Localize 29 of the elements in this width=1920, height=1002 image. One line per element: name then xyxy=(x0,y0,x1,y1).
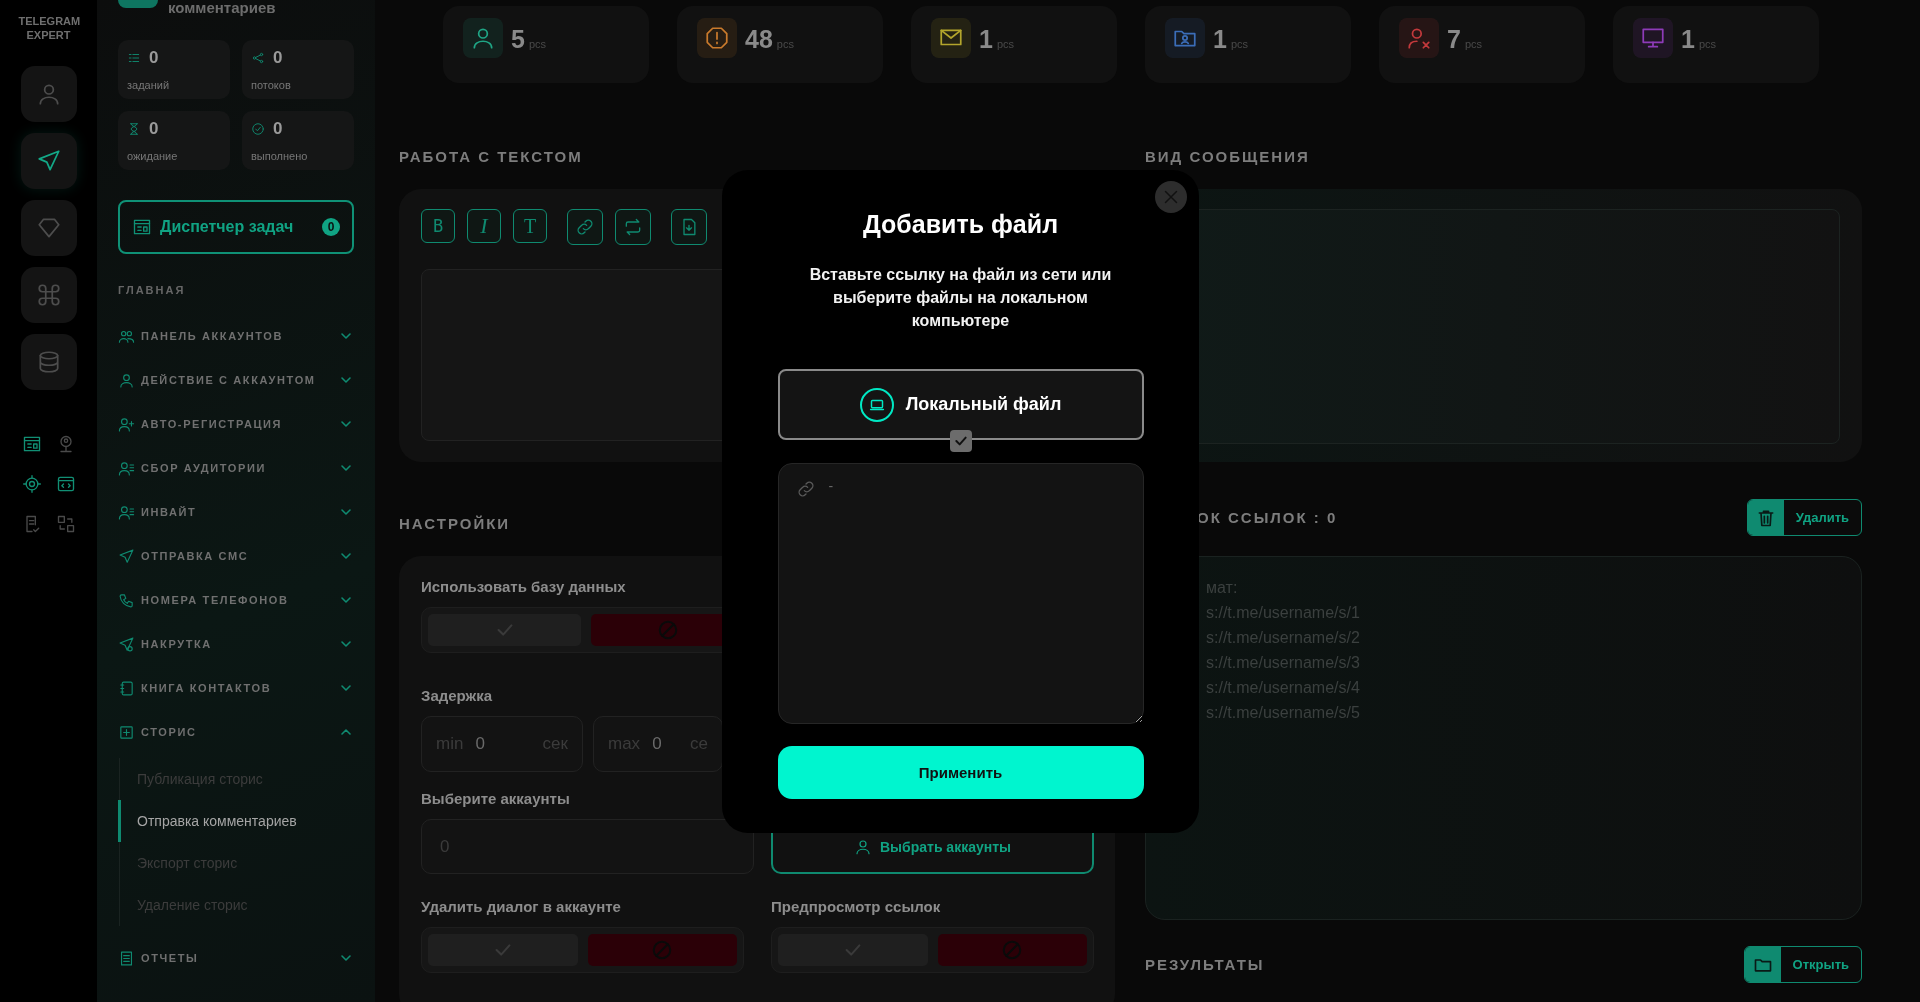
counter-label: потоков xyxy=(251,79,292,91)
section-heading: РЕЗУЛЬТАТЫ xyxy=(1145,956,1265,973)
field-label: Задержка xyxy=(421,687,494,704)
field-label: Предпросмотр ссылок xyxy=(771,898,942,915)
field-label: Удалить диалог в аккаунте xyxy=(421,898,622,915)
section-heading: НАСТРОЙКИ xyxy=(399,516,512,532)
stat-value: 48 xyxy=(745,25,773,54)
counter-value: 0 xyxy=(149,119,159,139)
stat-value: 1 xyxy=(979,25,993,54)
page-title: комментариев xyxy=(168,0,276,16)
section-heading: РАБОТА С ТЕКСТОМ xyxy=(399,149,584,165)
stat-value: 7 xyxy=(1447,25,1461,54)
stat-value: 5 xyxy=(511,25,525,54)
section-heading: ГЛАВНАЯ xyxy=(118,284,187,296)
counter-value: 0 xyxy=(273,119,283,139)
app-logo: TELEGRAM EXPERT xyxy=(18,14,79,42)
counter-value: 0 xyxy=(149,48,159,68)
counter-label: ожидание xyxy=(127,150,179,162)
counter-label: заданий xyxy=(127,79,171,91)
count-badge: 0 xyxy=(322,218,340,236)
counter-label: выполнено xyxy=(251,150,309,162)
section-heading: ВИД СООБЩЕНИЯ xyxy=(1145,149,1311,165)
field-label: Выберите аккаунты xyxy=(421,790,571,807)
dialog-title: Добавить файл xyxy=(862,210,1059,239)
stat-value: 1 xyxy=(1213,25,1227,54)
field-label: Использовать базу данных xyxy=(421,578,627,595)
dialog-description: Вставьте ссылку на файл из сети или выберите файлы на локальном компьютере xyxy=(808,265,1113,331)
counter-value: 0 xyxy=(273,48,283,68)
stat-value: 1 xyxy=(1681,25,1695,54)
